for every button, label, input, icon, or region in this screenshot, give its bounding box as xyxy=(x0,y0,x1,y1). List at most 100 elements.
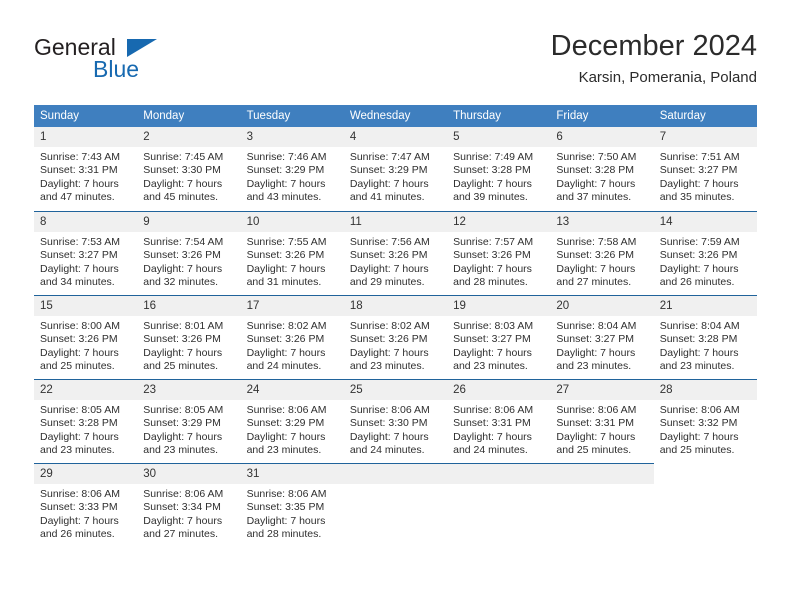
calendar-day-cell[interactable]: 15 Sunrise: 8:00 AM Sunset: 3:26 PM Dayligh… xyxy=(34,295,138,379)
day-cell-body: 24 Sunrise: 8:06 AM Sunset: 3:29 PM Dayligh… xyxy=(240,379,344,463)
calendar-day-cell[interactable]: 11 Sunrise: 7:56 AM Sunset: 3:26 PM Dayligh… xyxy=(343,211,448,295)
day-cell-body xyxy=(343,463,448,547)
daylight-text-line2: and 25 minutes. xyxy=(143,359,218,372)
daylight-text-line2: and 43 minutes. xyxy=(246,190,322,203)
calendar-day-cell[interactable] xyxy=(447,463,551,547)
daylight-text-line1: Daylight: 7 hours xyxy=(659,346,739,359)
daylight-text-line1: Daylight: 7 hours xyxy=(143,514,223,527)
daylight-text-line1: Daylight: 7 hours xyxy=(40,430,119,443)
sunset-text: Sunset: 3:26 PM xyxy=(143,333,221,346)
daylight-text-line1: Daylight: 7 hours xyxy=(40,514,119,527)
calendar-day-cell[interactable] xyxy=(343,463,448,547)
calendar-day-cell[interactable]: 3 Sunrise: 7:46 AM Sunset: 3:29 PM Daylight… xyxy=(240,127,344,211)
calendar-day-cell[interactable]: 8 Sunrise: 7:53 AM Sunset: 3:27 PM Daylight… xyxy=(34,211,138,295)
title-block: December 2024 Karsin, Pomerania, Poland xyxy=(551,28,757,89)
calendar-day-cell[interactable]: 23 Sunrise: 8:05 AM Sunset: 3:29 PM Dayligh… xyxy=(137,379,241,463)
sunset-text: Sunset: 3:27 PM xyxy=(40,249,118,262)
calendar-day-cell[interactable] xyxy=(654,463,757,547)
calendar-day-cell[interactable]: 18 Sunrise: 8:02 AM Sunset: 3:26 PM Dayligh… xyxy=(343,295,448,379)
day-sun-info: Sunrise: 8:06 AM Sunset: 3:32 PM Daylight:… xyxy=(654,400,757,457)
calendar-day-cell[interactable]: 7 Sunrise: 7:51 AM Sunset: 3:27 PM Daylight… xyxy=(653,127,757,211)
calendar-day-cell[interactable]: 20 Sunrise: 8:04 AM Sunset: 3:27 PM Dayligh… xyxy=(550,295,654,379)
day-number: 6 xyxy=(550,127,654,147)
day-number: 30 xyxy=(137,464,241,484)
calendar-day-cell[interactable]: 26 Sunrise: 8:06 AM Sunset: 3:31 PM Dayligh… xyxy=(447,379,551,463)
day-cell-body: 7 Sunrise: 7:51 AM Sunset: 3:27 PM Daylight… xyxy=(653,127,757,211)
calendar-day-cell[interactable]: 14 Sunrise: 7:59 AM Sunset: 3:26 PM Dayligh… xyxy=(653,211,757,295)
day-sun-info: Sunrise: 7:45 AM Sunset: 3:30 PM Daylight:… xyxy=(137,147,240,204)
calendar-day-cell[interactable] xyxy=(550,463,654,547)
day-cell-body: 6 Sunrise: 7:50 AM Sunset: 3:28 PM Daylight… xyxy=(550,127,654,211)
day-number: 13 xyxy=(550,212,654,232)
day-cell-body: 22 Sunrise: 8:05 AM Sunset: 3:28 PM Dayligh… xyxy=(34,379,138,463)
day-number: 3 xyxy=(240,127,344,147)
daylight-text-line2: and 23 minutes. xyxy=(349,359,425,372)
calendar-day-cell[interactable]: 10 Sunrise: 7:55 AM Sunset: 3:26 PM Dayligh… xyxy=(240,211,344,295)
daylight-text-line1: Daylight: 7 hours xyxy=(556,262,636,275)
day-number: 25 xyxy=(343,380,448,400)
calendar-day-cell[interactable]: 29 Sunrise: 8:06 AM Sunset: 3:33 PM Dayligh… xyxy=(34,463,138,547)
calendar-day-cell[interactable]: 17 Sunrise: 8:02 AM Sunset: 3:26 PM Dayligh… xyxy=(240,295,344,379)
calendar-day-cell[interactable]: 27 Sunrise: 8:06 AM Sunset: 3:31 PM Dayligh… xyxy=(550,379,654,463)
day-number: 8 xyxy=(34,212,138,232)
calendar-day-cell[interactable]: 2 Sunrise: 7:45 AM Sunset: 3:30 PM Daylight… xyxy=(137,127,241,211)
day-sun-info: Sunrise: 8:01 AM Sunset: 3:26 PM Daylight:… xyxy=(137,316,240,373)
day-sun-info: Sunrise: 8:06 AM Sunset: 3:30 PM Daylight:… xyxy=(344,400,447,457)
day-cell-body: 8 Sunrise: 7:53 AM Sunset: 3:27 PM Daylight… xyxy=(34,211,138,295)
sunrise-text: Sunrise: 8:04 AM xyxy=(556,320,637,332)
day-number xyxy=(447,464,551,484)
day-cell-body: 29 Sunrise: 8:06 AM Sunset: 3:33 PM Dayligh… xyxy=(34,463,138,547)
daylight-text-line2: and 25 minutes. xyxy=(659,443,735,456)
calendar-day-cell[interactable]: 19 Sunrise: 8:03 AM Sunset: 3:27 PM Dayligh… xyxy=(447,295,551,379)
day-sun-info xyxy=(344,484,447,488)
calendar-day-cell[interactable]: 25 Sunrise: 8:06 AM Sunset: 3:30 PM Dayligh… xyxy=(343,379,448,463)
sunset-text: Sunset: 3:30 PM xyxy=(349,417,428,430)
day-cell-body: 17 Sunrise: 8:02 AM Sunset: 3:26 PM Dayligh… xyxy=(240,295,344,379)
calendar-day-cell[interactable]: 21 Sunrise: 8:04 AM Sunset: 3:28 PM Dayligh… xyxy=(653,295,757,379)
general-blue-logo[interactable]: General Blue xyxy=(34,34,234,90)
day-number: 4 xyxy=(343,127,448,147)
calendar-day-cell[interactable]: 24 Sunrise: 8:06 AM Sunset: 3:29 PM Dayligh… xyxy=(240,379,344,463)
calendar-day-cell[interactable]: 5 Sunrise: 7:49 AM Sunset: 3:28 PM Daylight… xyxy=(447,127,551,211)
sunrise-text: Sunrise: 8:06 AM xyxy=(349,404,430,416)
calendar-day-cell[interactable]: 31 Sunrise: 8:06 AM Sunset: 3:35 PM Dayligh… xyxy=(240,463,344,547)
sunset-text: Sunset: 3:31 PM xyxy=(556,417,635,430)
calendar-day-cell[interactable]: 30 Sunrise: 8:06 AM Sunset: 3:34 PM Dayligh… xyxy=(137,463,241,547)
day-sun-info: Sunrise: 8:04 AM Sunset: 3:27 PM Daylight:… xyxy=(550,316,653,373)
day-sun-info: Sunrise: 7:49 AM Sunset: 3:28 PM Daylight:… xyxy=(447,147,550,204)
calendar-day-cell[interactable]: 13 Sunrise: 7:58 AM Sunset: 3:26 PM Dayligh… xyxy=(550,211,654,295)
sunrise-text: Sunrise: 7:51 AM xyxy=(659,151,740,163)
sunset-text: Sunset: 3:28 PM xyxy=(556,164,635,177)
daylight-text-line1: Daylight: 7 hours xyxy=(246,346,326,359)
calendar-day-cell[interactable]: 6 Sunrise: 7:50 AM Sunset: 3:28 PM Daylight… xyxy=(550,127,654,211)
sunrise-text: Sunrise: 8:06 AM xyxy=(453,404,534,416)
calendar-day-cell[interactable]: 12 Sunrise: 7:57 AM Sunset: 3:26 PM Dayligh… xyxy=(447,211,551,295)
calendar-day-cell[interactable]: 22 Sunrise: 8:05 AM Sunset: 3:28 PM Dayligh… xyxy=(34,379,138,463)
day-sun-info: Sunrise: 8:05 AM Sunset: 3:29 PM Daylight:… xyxy=(137,400,240,457)
day-number: 14 xyxy=(653,212,757,232)
sunset-text: Sunset: 3:26 PM xyxy=(349,333,428,346)
calendar-day-cell[interactable]: 28 Sunrise: 8:06 AM Sunset: 3:32 PM Dayligh… xyxy=(653,379,757,463)
day-sun-info: Sunrise: 8:02 AM Sunset: 3:26 PM Daylight:… xyxy=(241,316,344,373)
day-sun-info: Sunrise: 7:51 AM Sunset: 3:27 PM Daylight:… xyxy=(654,147,757,204)
sunset-text: Sunset: 3:28 PM xyxy=(659,333,738,346)
daylight-text-line1: Daylight: 7 hours xyxy=(349,262,429,275)
sunrise-text: Sunrise: 7:43 AM xyxy=(40,151,120,163)
page-title: December 2024 xyxy=(550,30,757,62)
day-cell-body: 31 Sunrise: 8:06 AM Sunset: 3:35 PM Dayligh… xyxy=(240,463,344,547)
calendar-day-cell[interactable]: 9 Sunrise: 7:54 AM Sunset: 3:26 PM Daylight… xyxy=(137,211,241,295)
sunset-text: Sunset: 3:31 PM xyxy=(40,164,118,177)
daylight-text-line2: and 23 minutes. xyxy=(246,443,322,456)
day-sun-info: Sunrise: 7:47 AM Sunset: 3:29 PM Daylight:… xyxy=(344,147,447,204)
day-cell-body: 11 Sunrise: 7:56 AM Sunset: 3:26 PM Dayligh… xyxy=(343,211,448,295)
daylight-text-line1: Daylight: 7 hours xyxy=(40,346,119,359)
sunrise-text: Sunrise: 7:54 AM xyxy=(143,236,224,248)
day-cell-body: 23 Sunrise: 8:05 AM Sunset: 3:29 PM Dayligh… xyxy=(137,379,241,463)
calendar-header-row: Sunday Monday Tuesday Wednesday Thursday… xyxy=(34,105,757,127)
calendar-day-cell[interactable]: 4 Sunrise: 7:47 AM Sunset: 3:29 PM Daylight… xyxy=(343,127,448,211)
calendar-day-cell[interactable]: 16 Sunrise: 8:01 AM Sunset: 3:26 PM Dayligh… xyxy=(137,295,241,379)
daylight-text-line1: Daylight: 7 hours xyxy=(453,430,532,443)
daylight-text-line2: and 23 minutes. xyxy=(40,443,115,456)
calendar-day-cell[interactable]: 1 Sunrise: 7:43 AM Sunset: 3:31 PM Daylight… xyxy=(34,127,138,211)
daylight-text-line2: and 27 minutes. xyxy=(143,527,218,540)
